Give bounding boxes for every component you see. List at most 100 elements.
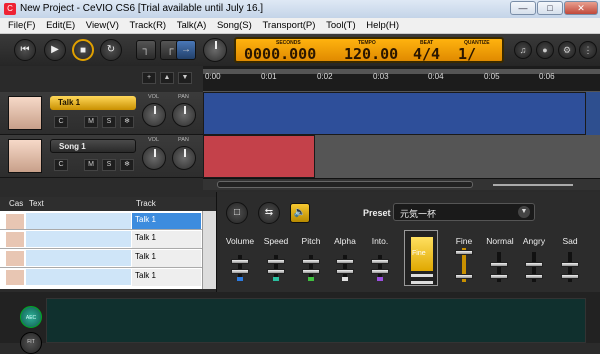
tempo-value[interactable]: 120.00 bbox=[344, 45, 398, 63]
window-title: New Project - CeVIO CS6 [Trial available… bbox=[20, 3, 264, 14]
row-track[interactable]: Talk 1 bbox=[132, 269, 201, 286]
speed-slider[interactable] bbox=[265, 255, 287, 281]
move-down-icon[interactable]: ▼ bbox=[178, 72, 192, 84]
col-text[interactable]: Text bbox=[26, 197, 47, 210]
loop-icon[interactable]: ↻ bbox=[100, 39, 122, 61]
song-volume-knob[interactable] bbox=[142, 146, 166, 170]
avatar bbox=[6, 232, 24, 247]
preset-select[interactable]: 元気一杯 ▼ bbox=[393, 203, 535, 221]
follow-cursor-icon[interactable]: → bbox=[176, 40, 196, 60]
row-track[interactable]: Talk 1 bbox=[132, 250, 201, 267]
speaker-icon[interactable]: 🔈 bbox=[290, 203, 310, 223]
alpha-color-dot bbox=[342, 277, 348, 281]
pitch-slider[interactable] bbox=[300, 255, 322, 281]
volume-slider[interactable] bbox=[229, 255, 251, 281]
param-into-label: Into. bbox=[371, 236, 389, 246]
avatar bbox=[8, 96, 42, 130]
emotion-sad-slider[interactable] bbox=[559, 252, 581, 282]
avatar bbox=[8, 139, 42, 173]
emotion-angry-slider[interactable] bbox=[523, 252, 545, 282]
talk-solo-button[interactable]: S bbox=[102, 116, 116, 128]
table-row[interactable]: Talk 1 bbox=[0, 213, 216, 230]
param-pitch-label: Pitch bbox=[301, 236, 321, 246]
play-icon[interactable]: ▶ bbox=[44, 39, 66, 61]
pitch-color-dot bbox=[308, 277, 314, 281]
track-name-song[interactable]: Song 1 bbox=[50, 139, 136, 153]
app-icon: C bbox=[4, 3, 16, 15]
col-cast[interactable]: Cas bbox=[6, 197, 26, 210]
timeline-mark-0: 0:00 bbox=[205, 72, 221, 81]
add-track-icon[interactable]: + bbox=[142, 72, 156, 84]
row-text-cell[interactable] bbox=[26, 250, 131, 266]
menu-tool[interactable]: Tool(T) bbox=[318, 18, 356, 31]
alpha-slider[interactable] bbox=[334, 255, 356, 281]
expand-icon[interactable]: ⋮ bbox=[579, 41, 597, 59]
song-freeze-icon[interactable]: ❄ bbox=[120, 159, 134, 171]
timeline-hscroll[interactable] bbox=[203, 178, 600, 190]
settings-icon[interactable]: ⚙ bbox=[558, 41, 576, 59]
chevron-down-icon: ▼ bbox=[518, 206, 530, 218]
master-volume-knob[interactable] bbox=[203, 38, 227, 62]
song-pan-knob[interactable] bbox=[172, 146, 196, 170]
song-solo-button[interactable]: S bbox=[102, 159, 116, 171]
transport-display: SECONDS 0000.000 TEMPO 120.00 BEAT 4/4 Q… bbox=[234, 37, 504, 81]
metronome-icon[interactable]: ♫ bbox=[514, 41, 532, 59]
talk-vol-label: VOL bbox=[148, 94, 160, 100]
fit-button[interactable]: FIT bbox=[20, 332, 42, 354]
into-slider[interactable] bbox=[369, 255, 391, 281]
table-row[interactable]: Talk 1 bbox=[0, 250, 216, 268]
menu-transport[interactable]: Transport(P) bbox=[254, 18, 315, 31]
menu-file[interactable]: File(F) bbox=[0, 18, 35, 31]
talk-pan-knob[interactable] bbox=[172, 103, 196, 127]
comment-icon[interactable]: □ bbox=[226, 202, 248, 224]
emotion-fine-selected[interactable]: Fine bbox=[404, 230, 438, 286]
song-c-button[interactable]: C bbox=[54, 159, 68, 171]
menu-talk[interactable]: Talk(A) bbox=[169, 18, 207, 31]
row-text-cell[interactable] bbox=[26, 269, 131, 285]
rec-icon[interactable]: ● bbox=[536, 41, 554, 59]
minimize-button[interactable]: — bbox=[510, 1, 536, 15]
avatar bbox=[6, 251, 24, 266]
stop-icon[interactable]: ■ bbox=[72, 39, 94, 61]
track-header-strip: + ▲ ▼ bbox=[0, 66, 203, 92]
row-track[interactable]: Talk 1 bbox=[132, 231, 201, 248]
talk-clip[interactable] bbox=[203, 92, 586, 135]
row-text-cell[interactable] bbox=[26, 231, 131, 247]
menu-help[interactable]: Help(H) bbox=[358, 18, 399, 31]
menu-view[interactable]: View(V) bbox=[78, 18, 119, 31]
maximize-button[interactable]: □ bbox=[537, 1, 563, 15]
into-color-dot bbox=[377, 277, 383, 281]
avatar bbox=[6, 214, 24, 229]
menu-edit[interactable]: Edit(E) bbox=[38, 18, 75, 31]
scroll-thumb[interactable] bbox=[217, 181, 473, 188]
talk-volume-knob[interactable] bbox=[142, 103, 166, 127]
emotion-normal-slider[interactable] bbox=[488, 252, 510, 282]
close-button[interactable]: ✕ bbox=[564, 1, 598, 15]
table-vscroll[interactable] bbox=[202, 211, 216, 289]
aec-button[interactable]: AEC bbox=[20, 306, 42, 328]
rewind-icon[interactable]: ⏮ bbox=[14, 39, 36, 61]
sync-icon[interactable]: ⇆ bbox=[258, 202, 280, 224]
menu-song[interactable]: Song(S) bbox=[209, 18, 252, 31]
talk-mute-button[interactable]: M bbox=[84, 116, 98, 128]
beat-value[interactable]: 4/4 bbox=[413, 45, 440, 63]
editor-canvas[interactable] bbox=[46, 298, 586, 343]
song-clip[interactable] bbox=[203, 135, 315, 178]
row-text-cell[interactable] bbox=[26, 213, 131, 229]
track-name-talk[interactable]: Talk 1 bbox=[50, 96, 136, 110]
zoom-slider[interactable] bbox=[493, 184, 573, 186]
move-up-icon[interactable]: ▲ bbox=[160, 72, 174, 84]
col-track[interactable]: Track bbox=[133, 197, 159, 210]
emotion-fine-slider[interactable] bbox=[453, 248, 475, 282]
menu-track[interactable]: Track(R) bbox=[122, 18, 167, 31]
emotion-fine-cap2 bbox=[410, 280, 434, 285]
row-track[interactable]: Talk 1 bbox=[132, 213, 201, 229]
preset-value: 元気一杯 bbox=[400, 209, 437, 219]
marker-left-icon[interactable]: ┐ bbox=[136, 40, 156, 60]
talk-freeze-icon[interactable]: ❄ bbox=[120, 116, 134, 128]
table-row[interactable]: Talk 1 bbox=[0, 269, 216, 287]
track-header-talk: Talk 1 C M S ❄ VOL PAN bbox=[0, 92, 203, 135]
table-row[interactable]: Talk 1 bbox=[0, 231, 216, 249]
song-mute-button[interactable]: M bbox=[84, 159, 98, 171]
talk-c-button[interactable]: C bbox=[54, 116, 68, 128]
